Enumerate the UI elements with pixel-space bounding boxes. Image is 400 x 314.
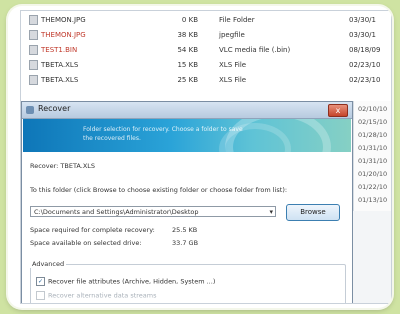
file-row[interactable]: TBETA.XLS 15 KB XLS File 02/23/10 (21, 58, 391, 72)
file-name-text: TEST1.BIN (41, 46, 78, 54)
destination-path-select[interactable]: C:\Documents and Settings\Administrator\… (30, 206, 276, 217)
file-date: 01/13/10 (358, 196, 388, 204)
file-date: 01/22/10 (358, 183, 388, 191)
file-name-text: TBETA.XLS (41, 61, 79, 69)
file-type: XLS File (219, 61, 247, 69)
recover-streams-label: Recover alternative data streams (48, 291, 157, 300)
screenshot-frame: THEMON.JPG 0 KB File Folder 03/30/1 THEMON.J… (8, 6, 392, 308)
dialog-banner: Folder selection for recovery. Choose a … (23, 119, 351, 152)
file-icon (29, 15, 38, 25)
file-date: 03/30/1 (349, 31, 376, 39)
file-row[interactable]: TEST1.BIN 54 KB VLC media file (.bin) 08/18… (21, 43, 391, 57)
close-button[interactable]: x (328, 104, 348, 117)
file-icon (29, 30, 38, 40)
date-column: 02/10/10 02/15/10 01/28/10 01/31/10 01/31/10… (353, 101, 391, 211)
file-name-text: THEMON.JPG (41, 31, 86, 39)
file-date: 02/15/10 (358, 118, 388, 126)
file-size: 25 KB (177, 76, 198, 84)
file-date: 01/31/10 (358, 157, 388, 165)
checkbox-icon (36, 291, 45, 300)
file-type: VLC media file (.bin) (219, 46, 291, 54)
file-row[interactable]: THEMON.JPG 38 KB jpegfile 03/30/1 (21, 28, 391, 42)
file-name: TBETA.XLS (29, 58, 139, 72)
advanced-group-label: Advanced (30, 260, 67, 268)
app-icon (26, 106, 34, 114)
file-size: 54 KB (177, 46, 198, 54)
space-required-label: Space required for complete recovery: (30, 226, 155, 234)
file-date: 02/23/10 (349, 76, 381, 84)
instruction-text: To this folder (click Browse to choose e… (30, 186, 288, 194)
space-required-value: 25.5 KB (172, 226, 198, 234)
file-list: THEMON.JPG 0 KB File Folder 03/30/1 THEMON.J… (21, 11, 391, 101)
dialog-title: Recover (38, 104, 71, 113)
chevron-down-icon[interactable]: ▾ (269, 207, 273, 218)
file-name: TBETA.XLS (29, 73, 139, 87)
dialog-titlebar[interactable]: Recover x (22, 102, 352, 119)
file-type: jpegfile (219, 31, 245, 39)
file-date: 02/10/10 (358, 105, 388, 113)
application-window: THEMON.JPG 0 KB File Folder 03/30/1 THEMON.J… (20, 10, 392, 304)
recover-dialog: Recover x Folder selection for recovery.… (21, 101, 353, 303)
file-date: 01/28/10 (358, 131, 388, 139)
file-date: 03/30/1 (349, 16, 376, 24)
file-icon (29, 45, 38, 55)
file-size: 0 KB (181, 16, 198, 24)
file-name: THEMON.JPG (29, 28, 139, 42)
browse-button[interactable]: Browse (286, 204, 340, 221)
file-size: 15 KB (177, 61, 198, 69)
destination-path-value: C:\Documents and Settings\Administrator\… (34, 208, 199, 216)
checkbox-checked-icon[interactable]: ✓ (36, 277, 45, 286)
recover-attributes-option[interactable]: ✓ Recover file attributes (Archive, Hidde… (36, 277, 215, 286)
file-name: TEST1.BIN (29, 43, 139, 57)
recover-attributes-label: Recover file attributes (Archive, Hidden… (48, 277, 216, 286)
space-available-label: Space available on selected drive: (30, 239, 142, 247)
recover-streams-option: Recover alternative data streams (36, 291, 157, 300)
file-row[interactable]: THEMON.JPG 0 KB File Folder 03/30/1 (21, 13, 391, 27)
file-name-text: THEMON.JPG (41, 16, 86, 24)
file-date: 08/18/09 (349, 46, 381, 54)
file-icon (29, 75, 38, 85)
banner-text: Folder selection for recovery. Choose a … (83, 126, 243, 142)
recover-file-label: Recover: TBETA.XLS (30, 162, 96, 170)
file-type: File Folder (219, 16, 255, 24)
file-name: THEMON.JPG (29, 13, 139, 27)
file-type: XLS File (219, 76, 247, 84)
space-available-value: 33.7 GB (172, 239, 199, 247)
file-name-text: TBETA.XLS (41, 76, 79, 84)
file-date: 01/20/10 (358, 170, 388, 178)
file-size: 38 KB (177, 31, 198, 39)
file-icon (29, 60, 38, 70)
file-row[interactable]: TBETA.XLS 25 KB XLS File 02/23/10 (21, 73, 391, 87)
file-date: 02/23/10 (349, 61, 381, 69)
file-date: 01/31/10 (358, 144, 388, 152)
